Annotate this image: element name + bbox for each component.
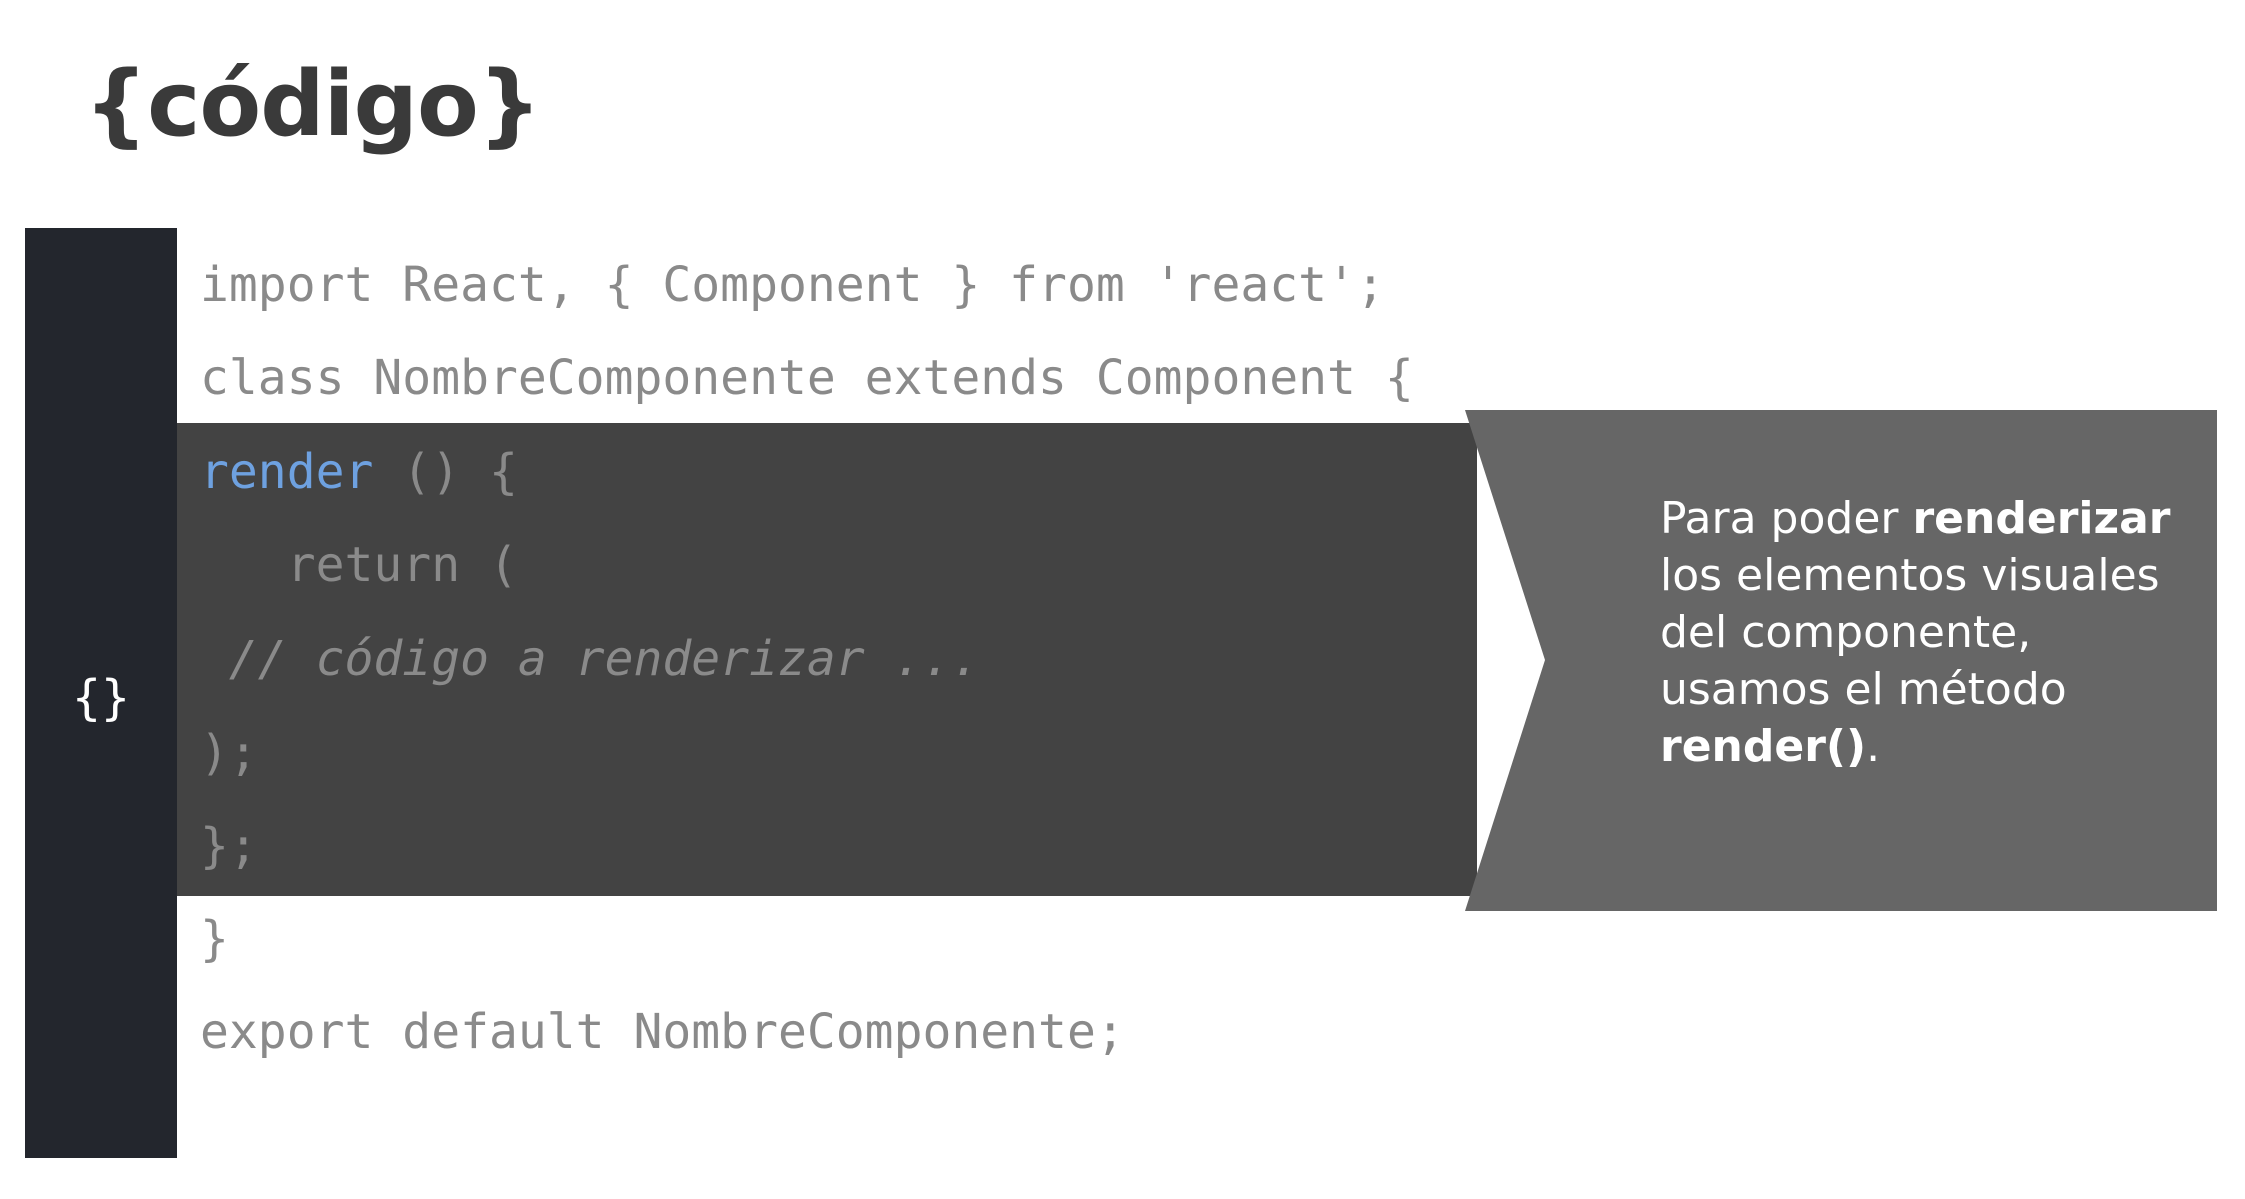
code-line-class: class NombreComponente extends Component… [200,350,1414,406]
code-line-export: export default NombreComponente; [200,1004,1125,1060]
callout-text-part: los elementos visuales del componente, u… [1660,550,2160,715]
code-line-render: render () { [200,442,518,502]
code-line-close-brace: } [200,911,229,967]
callout-text: Para poder renderizar los elementos visu… [1660,490,2180,775]
code-sidebar: {} [25,228,177,1158]
render-args: () { [373,444,518,500]
page-title: {código} [84,52,542,157]
code-line-close-brace-semicolon: }; [200,818,258,874]
callout-text-part: . [1866,721,1881,772]
code-line-close-paren: ); [200,725,258,781]
callout-box: Para poder renderizar los elementos visu… [1465,410,2217,911]
code-line-import: import React, { Component } from 'react'… [200,257,1385,313]
code-line-return: return ( [200,537,518,593]
braces-icon: {} [72,670,130,726]
code-line-comment: // código a renderizar ... [200,631,981,687]
callout-text-part: Para poder [1660,493,1913,544]
code-block: import React, { Component } from 'react'… [200,0,1414,1060]
callout-emphasis-render-method: render() [1660,721,1867,772]
callout-emphasis-renderizar: renderizar [1912,493,2171,544]
render-keyword: render [200,444,374,500]
